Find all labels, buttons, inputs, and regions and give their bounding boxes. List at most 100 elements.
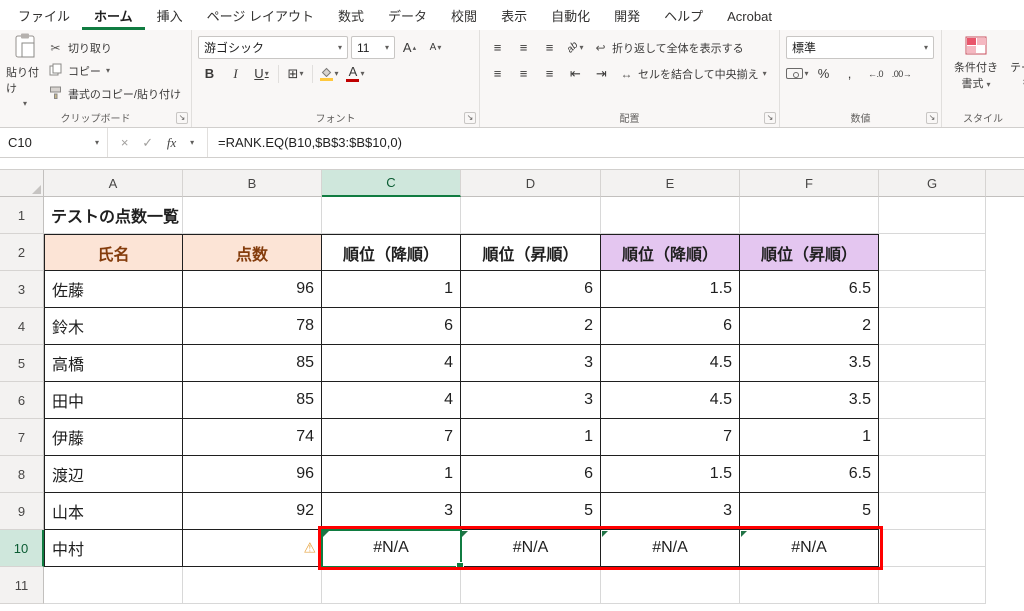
align-top-button[interactable]: ≡ xyxy=(486,36,509,59)
merge-center-button[interactable]: ↔ セルを結合して中央揃え ▾ xyxy=(616,62,770,85)
cell-G8[interactable] xyxy=(879,456,986,493)
error-warning-icon[interactable]: ⚠ xyxy=(303,540,316,557)
orientation-button[interactable]: ab ▾ xyxy=(564,36,587,59)
cell-B9[interactable]: 92 xyxy=(183,493,322,530)
conditional-formatting-button[interactable]: 条件付き 書式 ▾ xyxy=(948,34,1004,93)
cell-F10[interactable]: #N/A xyxy=(740,530,879,567)
font-size-select[interactable]: 11 ▾ xyxy=(351,36,395,59)
cell-B2[interactable]: 点数 xyxy=(183,234,322,271)
cell-C10[interactable]: #N/A xyxy=(322,530,461,567)
cell-B8[interactable]: 96 xyxy=(183,456,322,493)
cell-F4[interactable]: 2 xyxy=(740,308,879,345)
wrap-text-button[interactable]: ↩ 折り返して全体を表示する xyxy=(590,36,747,59)
cell-B1[interactable] xyxy=(183,197,322,234)
tab-help[interactable]: ヘルプ xyxy=(652,3,715,30)
tab-acrobat[interactable]: Acrobat xyxy=(715,3,784,30)
tab-home[interactable]: ホーム xyxy=(82,3,145,30)
cell-F11[interactable] xyxy=(740,567,879,604)
cell-A7[interactable]: 伊藤 xyxy=(44,419,183,456)
decrease-indent-button[interactable]: ⇤ xyxy=(564,62,587,85)
cell-F2[interactable]: 順位（昇順） xyxy=(740,234,879,271)
formula-input[interactable]: =RANK.EQ(B10,$B$3:$B$10,0) xyxy=(208,128,1024,157)
cell-G1[interactable] xyxy=(879,197,986,234)
row-header-3[interactable]: 3 xyxy=(0,271,44,308)
cell-D4[interactable]: 2 xyxy=(461,308,601,345)
cell-E11[interactable] xyxy=(601,567,740,604)
tab-automate[interactable]: 自動化 xyxy=(539,3,602,30)
cell-E4[interactable]: 6 xyxy=(601,308,740,345)
copy-button[interactable]: コピー ▾ xyxy=(44,59,185,82)
cell-A5[interactable]: 高橋 xyxy=(44,345,183,382)
cell-B5[interactable]: 85 xyxy=(183,345,322,382)
tab-data[interactable]: データ xyxy=(376,3,439,30)
cell-C8[interactable]: 1 xyxy=(322,456,461,493)
cell-E7[interactable]: 7 xyxy=(601,419,740,456)
cell-B7[interactable]: 74 xyxy=(183,419,322,456)
cell-D10[interactable]: #N/A xyxy=(461,530,601,567)
insert-function-button[interactable]: fx xyxy=(167,135,176,151)
row-header-9[interactable]: 9 xyxy=(0,493,44,530)
column-header-E[interactable]: E xyxy=(601,170,740,197)
cell-B4[interactable]: 78 xyxy=(183,308,322,345)
cell-G11[interactable] xyxy=(879,567,986,604)
cell-E9[interactable]: 3 xyxy=(601,493,740,530)
currency-format-button[interactable]: ▾ xyxy=(786,62,809,85)
font-dialog-launcher-icon[interactable]: ↘ xyxy=(464,112,476,124)
cell-D2[interactable]: 順位（昇順） xyxy=(461,234,601,271)
row-header-7[interactable]: 7 xyxy=(0,419,44,456)
cell-A4[interactable]: 鈴木 xyxy=(44,308,183,345)
tab-formulas[interactable]: 数式 xyxy=(326,3,376,30)
align-left-button[interactable]: ≡ xyxy=(486,62,509,85)
cell-B6[interactable]: 85 xyxy=(183,382,322,419)
cut-button[interactable]: ✂ 切り取り xyxy=(44,36,185,59)
font-color-button[interactable]: A ▾ xyxy=(344,62,367,85)
increase-decimal-button[interactable]: ←.0 xyxy=(864,62,887,85)
increase-indent-button[interactable]: ⇥ xyxy=(590,62,613,85)
cell-G10[interactable] xyxy=(879,530,986,567)
cell-D5[interactable]: 3 xyxy=(461,345,601,382)
italic-button[interactable]: I xyxy=(224,62,247,85)
cell-F3[interactable]: 6.5 xyxy=(740,271,879,308)
row-header-11[interactable]: 11 xyxy=(0,567,44,604)
cell-G7[interactable] xyxy=(879,419,986,456)
clipboard-dialog-launcher-icon[interactable]: ↘ xyxy=(176,112,188,124)
font-name-select[interactable]: 游ゴシック ▾ xyxy=(198,36,348,59)
cell-D7[interactable]: 1 xyxy=(461,419,601,456)
cell-E1[interactable] xyxy=(601,197,740,234)
cell-D3[interactable]: 6 xyxy=(461,271,601,308)
name-box[interactable]: C10 ▾ xyxy=(0,128,108,157)
decrease-font-size-button[interactable]: A ▾ xyxy=(424,36,447,59)
cell-E2[interactable]: 順位（降順） xyxy=(601,234,740,271)
cell-E8[interactable]: 1.5 xyxy=(601,456,740,493)
tab-developer[interactable]: 開発 xyxy=(602,3,652,30)
row-header-10[interactable]: 10 xyxy=(0,530,44,567)
cell-D9[interactable]: 5 xyxy=(461,493,601,530)
cell-F5[interactable]: 3.5 xyxy=(740,345,879,382)
row-header-6[interactable]: 6 xyxy=(0,382,44,419)
cell-F9[interactable]: 5 xyxy=(740,493,879,530)
cell-E5[interactable]: 4.5 xyxy=(601,345,740,382)
row-header-1[interactable]: 1 xyxy=(0,197,44,234)
tab-view[interactable]: 表示 xyxy=(489,3,539,30)
column-header-G[interactable]: G xyxy=(879,170,986,197)
cell-B11[interactable] xyxy=(183,567,322,604)
cell-A3[interactable]: 佐藤 xyxy=(44,271,183,308)
cell-A1[interactable]: テストの点数一覧 xyxy=(44,197,183,234)
cell-G6[interactable] xyxy=(879,382,986,419)
cell-F6[interactable]: 3.5 xyxy=(740,382,879,419)
cell-A6[interactable]: 田中 xyxy=(44,382,183,419)
paste-button[interactable]: 貼り付け ▾ xyxy=(6,33,44,108)
cell-G5[interactable] xyxy=(879,345,986,382)
cell-D1[interactable] xyxy=(461,197,601,234)
cell-E10[interactable]: #N/A xyxy=(601,530,740,567)
cell-C11[interactable] xyxy=(322,567,461,604)
cell-F1[interactable] xyxy=(740,197,879,234)
column-header-D[interactable]: D xyxy=(461,170,601,197)
column-header-B[interactable]: B xyxy=(183,170,322,197)
column-header-F[interactable]: F xyxy=(740,170,879,197)
cell-C3[interactable]: 1 xyxy=(322,271,461,308)
row-header-8[interactable]: 8 xyxy=(0,456,44,493)
align-right-button[interactable]: ≡ xyxy=(538,62,561,85)
cell-F7[interactable]: 1 xyxy=(740,419,879,456)
tab-insert[interactable]: 挿入 xyxy=(145,3,195,30)
